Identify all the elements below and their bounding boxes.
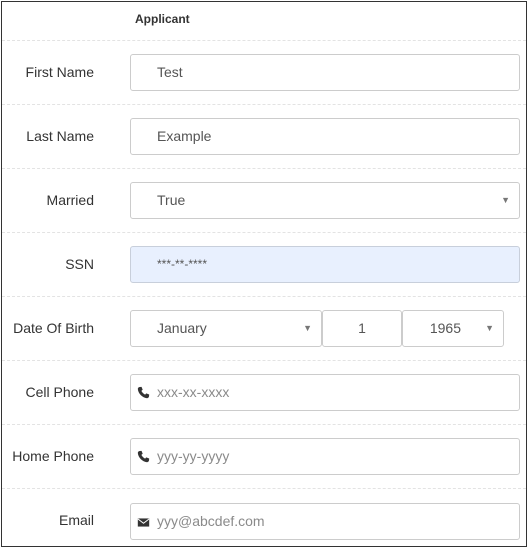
chevron-down-icon: ▼ (485, 323, 494, 333)
married-select[interactable]: True ▼ (130, 182, 520, 219)
first-name-input[interactable]: Test (130, 54, 520, 91)
cell-phone-input[interactable]: xxx-xx-xxxx (130, 374, 520, 411)
applicant-form: Applicant First Name Test Last Name Exam… (1, 1, 527, 547)
dob-month-value: January (157, 320, 207, 336)
email-input[interactable]: yyy@abcdef.com (130, 503, 520, 540)
home-phone-placeholder: yyy-yy-yyyy (157, 448, 230, 464)
ssn-label: SSN (65, 256, 94, 272)
married-label: Married (46, 192, 94, 208)
dob-day-input[interactable]: 1 (322, 310, 402, 347)
dob-label: Date Of Birth (13, 320, 94, 336)
email-row: Email yyy@abcdef.com (2, 488, 526, 547)
dob-row: Date Of Birth January ▼ 1 1965 ▼ (2, 296, 526, 360)
cell-phone-label: Cell Phone (25, 384, 95, 400)
phone-icon (137, 450, 150, 463)
first-name-row: First Name Test (2, 40, 526, 104)
first-name-label: First Name (25, 64, 94, 80)
last-name-label: Last Name (26, 128, 94, 144)
married-value: True (157, 192, 186, 208)
phone-icon (137, 386, 150, 399)
email-label: Email (58, 512, 94, 528)
dob-day-value: 1 (358, 320, 366, 336)
dob-year-value: 1965 (429, 320, 461, 336)
married-row: Married True ▼ (2, 168, 526, 232)
last-name-row: Last Name Example (2, 104, 526, 168)
ssn-input[interactable]: ***-**-**** (130, 246, 520, 283)
cell-phone-placeholder: xxx-xx-xxxx (157, 384, 230, 400)
chevron-down-icon: ▼ (501, 195, 510, 205)
cell-phone-row: Cell Phone xxx-xx-xxxx (2, 360, 526, 424)
home-phone-label: Home Phone (12, 448, 94, 464)
first-name-value: Test (157, 64, 183, 80)
dob-month-select[interactable]: January ▼ (130, 310, 322, 347)
last-name-input[interactable]: Example (130, 118, 520, 155)
ssn-value: ***-**-**** (157, 257, 208, 271)
dob-year-select[interactable]: 1965 ▼ (402, 310, 504, 347)
envelope-icon (137, 518, 150, 527)
home-phone-row: Home Phone yyy-yy-yyyy (2, 424, 526, 488)
home-phone-input[interactable]: yyy-yy-yyyy (130, 438, 520, 475)
last-name-value: Example (157, 128, 212, 144)
email-placeholder: yyy@abcdef.com (157, 513, 265, 529)
ssn-row: SSN ***-**-**** (2, 232, 526, 296)
chevron-down-icon: ▼ (303, 323, 312, 333)
section-header: Applicant (135, 12, 190, 26)
